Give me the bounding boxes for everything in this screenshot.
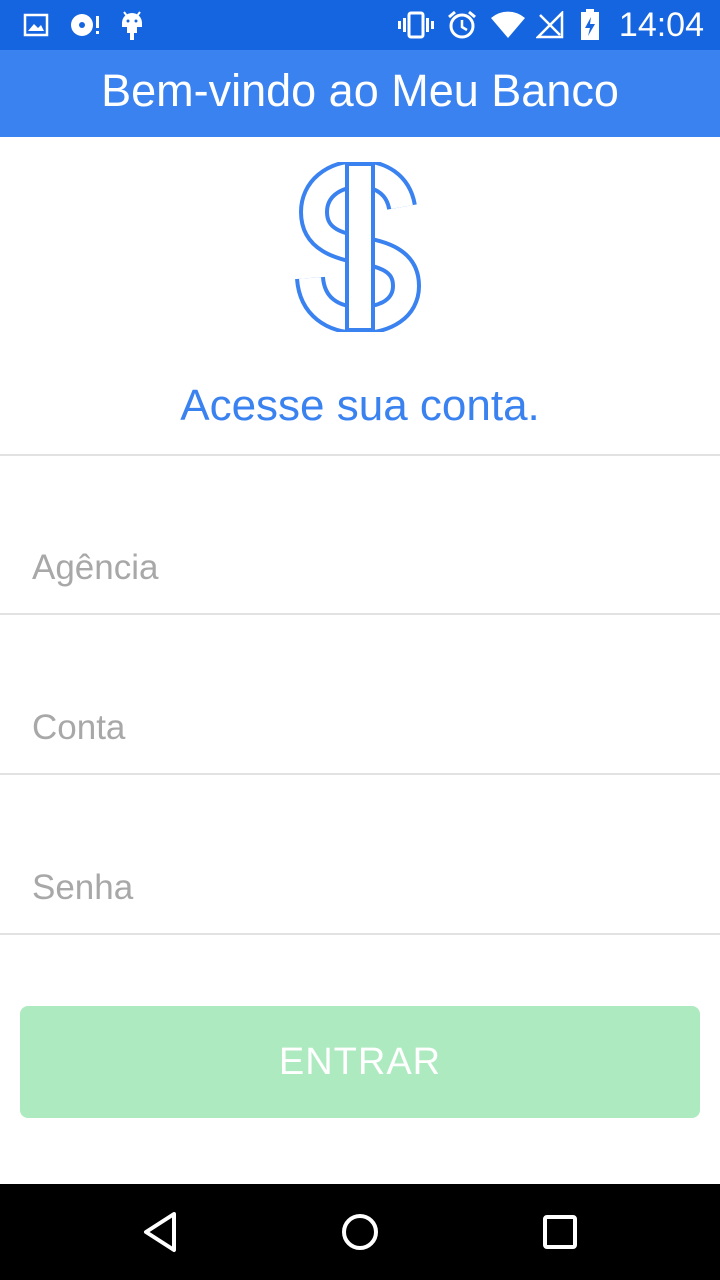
conta-field[interactable] (0, 688, 720, 768)
agencia-underline (0, 613, 720, 615)
agencia-input[interactable] (32, 528, 682, 608)
header-divider (0, 454, 720, 456)
conta-underline (0, 773, 720, 775)
entrar-button[interactable]: ENTRAR (20, 1006, 700, 1118)
app-title: Bem-vindo ao Meu Banco (101, 65, 619, 116)
senha-input[interactable] (32, 848, 682, 928)
senha-underline (0, 933, 720, 935)
app-bar: Bem-vindo ao Meu Banco (0, 50, 720, 137)
agencia-field[interactable] (0, 528, 720, 608)
back-icon[interactable] (130, 1204, 190, 1260)
login-heading: Acesse sua conta. (180, 381, 540, 430)
recents-icon[interactable] (530, 1204, 590, 1260)
home-icon[interactable] (330, 1204, 390, 1260)
dollar-sign-icon (290, 158, 430, 336)
senha-field[interactable] (0, 848, 720, 928)
conta-input[interactable] (32, 688, 682, 768)
navigation-bar (0, 1184, 720, 1280)
